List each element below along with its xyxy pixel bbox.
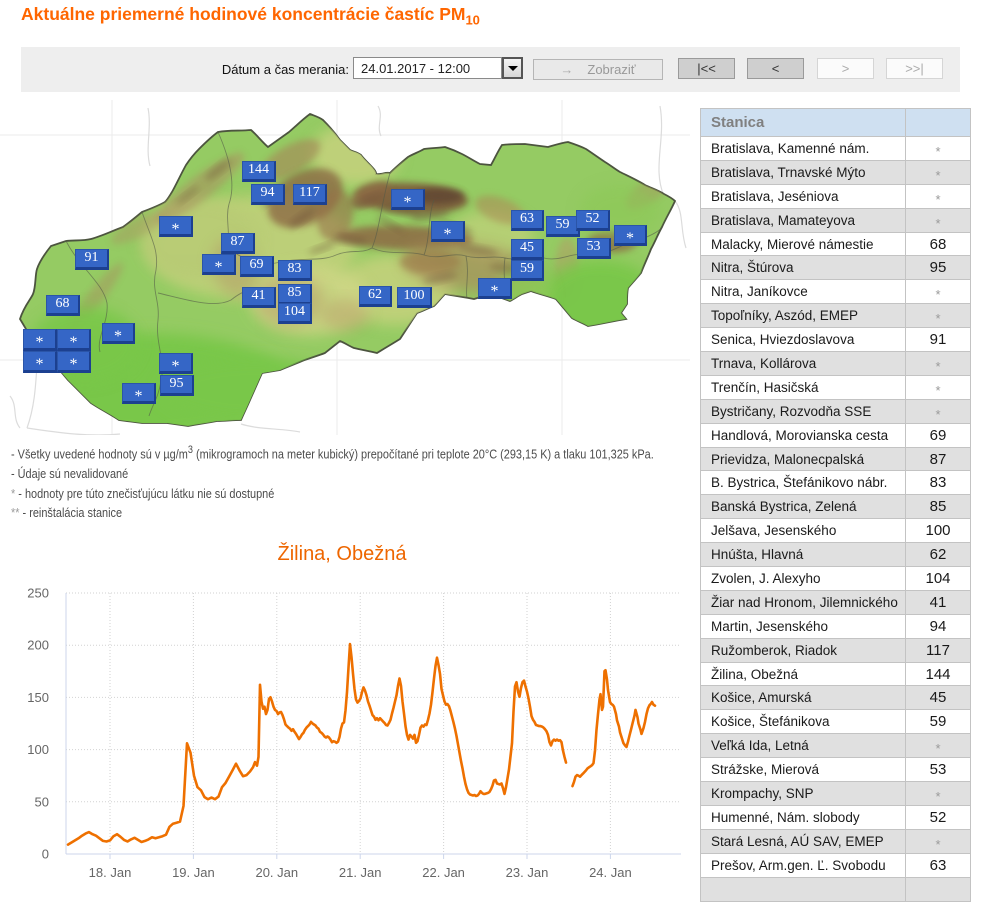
svg-text:24. Jan: 24. Jan [589,865,632,880]
svg-text:50: 50 [35,794,49,809]
svg-text:250: 250 [27,586,49,601]
svg-text:0: 0 [42,847,49,862]
svg-text:22. Jan: 22. Jan [422,865,465,880]
svg-text:21. Jan: 21. Jan [339,865,382,880]
svg-text:23. Jan: 23. Jan [506,865,549,880]
svg-text:200: 200 [27,638,49,653]
svg-text:100: 100 [27,742,49,757]
svg-text:18. Jan: 18. Jan [89,865,132,880]
svg-text:19. Jan: 19. Jan [172,865,215,880]
svg-text:150: 150 [27,690,49,705]
svg-text:20. Jan: 20. Jan [255,865,298,880]
